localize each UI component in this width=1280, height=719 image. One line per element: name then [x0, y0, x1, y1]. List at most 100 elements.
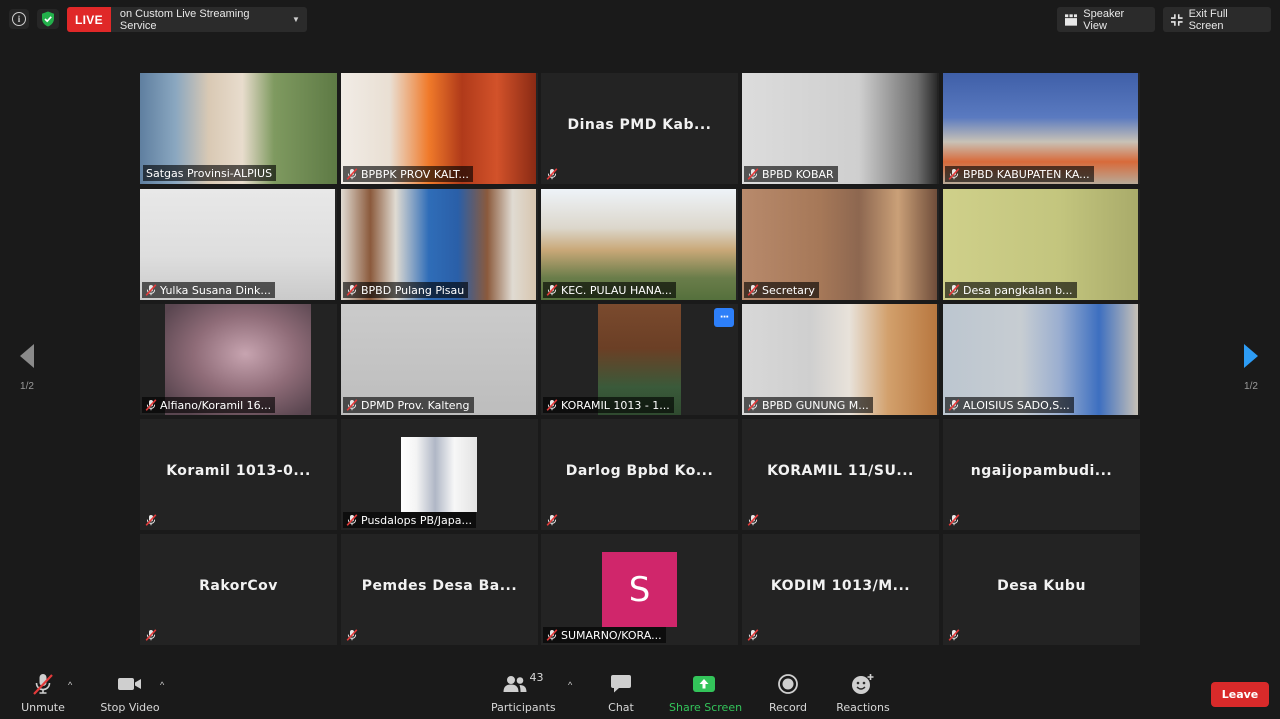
- participant-tile[interactable]: Secretary: [742, 189, 939, 300]
- participant-tile[interactable]: Pusdalops PB/Japa...: [341, 419, 538, 530]
- chevron-left-icon: [20, 344, 34, 368]
- microphone-muted-icon: [346, 399, 358, 411]
- microphone-muted-icon: [948, 168, 960, 180]
- participant-tile[interactable]: ··· KORAMIL 1013 - 1...: [541, 304, 738, 415]
- participant-display-name: ngaijopambudi...: [970, 463, 1113, 479]
- participants-button[interactable]: 43 Participants: [491, 671, 556, 714]
- participants-options-caret-icon[interactable]: ^: [568, 680, 572, 690]
- microphone-muted-icon: [747, 284, 759, 296]
- participant-tile[interactable]: ALOISIUS SADO,S...: [943, 304, 1140, 415]
- microphone-muted-icon: [346, 284, 358, 296]
- participant-tile[interactable]: Desa Kubu: [943, 534, 1140, 645]
- participant-name: BPBD KOBAR: [762, 167, 834, 181]
- participant-tile[interactable]: KODIM 1013/M...: [742, 534, 939, 645]
- participant-display-name: Dinas PMD Kab...: [567, 117, 712, 133]
- participant-name-tag: ALOISIUS SADO,S...: [945, 397, 1074, 413]
- more-options-button[interactable]: ···: [714, 308, 734, 327]
- gallery-grid: Satgas Provinsi-ALPIUS BPBPK PROV KALT...…: [140, 73, 1140, 645]
- exit-full-screen-button[interactable]: Exit Full Screen: [1163, 7, 1271, 32]
- stop-video-button[interactable]: Stop Video: [98, 672, 162, 714]
- participant-name: DPMD Prov. Kalteng: [361, 398, 470, 412]
- participant-name-tag: KEC. PULAU HANA...: [543, 282, 676, 298]
- participant-name: Desa pangkalan b...: [963, 283, 1073, 297]
- live-badge: LIVE: [67, 7, 111, 32]
- participant-tile[interactable]: Yulka Susana Dink...: [140, 189, 337, 300]
- participant-tile[interactable]: Satgas Provinsi-ALPIUS: [140, 73, 337, 184]
- encryption-button[interactable]: [37, 9, 59, 29]
- participant-tile[interactable]: RakorCov: [140, 534, 337, 645]
- microphone-muted-icon: [546, 284, 558, 296]
- participant-name-tag: Pusdalops PB/Japa...: [343, 512, 476, 528]
- participant-name-tag: [543, 512, 561, 528]
- video-options-caret-icon[interactable]: ^: [160, 680, 164, 690]
- participant-name: BPBD Pulang Pisau: [361, 283, 465, 297]
- participant-name-tag: Yulka Susana Dink...: [142, 282, 275, 298]
- audio-options-caret-icon[interactable]: ^: [68, 680, 72, 690]
- page-indicator-right: 1/2: [1244, 381, 1258, 392]
- microphone-muted-icon: [546, 399, 558, 411]
- participant-name-tag: [945, 512, 963, 528]
- participant-tile[interactable]: BPBD KABUPATEN KA...: [943, 73, 1140, 184]
- meeting-info-button[interactable]: i: [9, 9, 29, 29]
- participant-display-name: Pemdes Desa Ba...: [361, 578, 518, 594]
- participant-video: [401, 437, 477, 512]
- participant-display-name: Darlog Bpbd Ko...: [565, 463, 714, 479]
- microphone-muted-icon: [145, 399, 157, 411]
- exit-full-screen-label: Exit Full Screen: [1188, 7, 1228, 32]
- next-page-button[interactable]: 1/2: [1236, 344, 1266, 392]
- stop-video-label: Stop Video: [100, 701, 160, 714]
- participant-tile[interactable]: DPMD Prov. Kalteng: [341, 304, 538, 415]
- participant-tile[interactable]: S SUMARNO/KORA...: [541, 534, 738, 645]
- participant-display-name: Koramil 1013-0...: [166, 463, 311, 479]
- participant-name: Alfiano/Koramil 16...: [160, 398, 272, 412]
- participant-name-tag: BPBD KOBAR: [744, 166, 838, 182]
- record-icon: [778, 674, 798, 694]
- previous-page-button[interactable]: 1/2: [12, 344, 42, 392]
- record-button[interactable]: Record: [767, 672, 809, 714]
- share-screen-button[interactable]: Share Screen: [669, 672, 742, 714]
- record-label: Record: [768, 701, 807, 714]
- participant-name: KORAMIL 1013 - 1...: [561, 398, 670, 412]
- participant-tile[interactable]: BPBD KOBAR: [742, 73, 939, 184]
- participant-tile[interactable]: Darlog Bpbd Ko...: [541, 419, 738, 530]
- participant-name-tag: [744, 512, 762, 528]
- microphone-muted-icon: [747, 629, 759, 641]
- meeting-top-bar: i LIVE on Custom Live Streaming Service …: [0, 0, 1280, 38]
- participant-name: Satgas Provinsi-ALPIUS: [146, 166, 273, 180]
- info-icon: i: [12, 12, 26, 26]
- reactions-label: Reactions: [836, 701, 890, 714]
- participant-tile[interactable]: KEC. PULAU HANA...: [541, 189, 738, 300]
- participant-tile[interactable]: Desa pangkalan b...: [943, 189, 1140, 300]
- participant-name-tag: [343, 627, 361, 643]
- speaker-view-button[interactable]: Speaker View: [1057, 7, 1155, 32]
- chevron-down-icon: ▼: [292, 15, 300, 24]
- reactions-button[interactable]: Reactions: [836, 672, 890, 714]
- participant-name-tag: Satgas Provinsi-ALPIUS: [143, 165, 277, 181]
- participant-tile[interactable]: ngaijopambudi...: [943, 419, 1140, 530]
- unmute-label: Unmute: [21, 701, 65, 714]
- participant-display-name: KODIM 1013/M...: [770, 578, 911, 594]
- participant-tile[interactable]: Dinas PMD Kab...: [541, 73, 738, 184]
- microphone-muted-icon: [948, 399, 960, 411]
- participant-tile[interactable]: BPBD Pulang Pisau: [341, 189, 538, 300]
- microphone-muted-icon: [145, 629, 157, 641]
- speaker-view-label: Speaker View: [1083, 7, 1125, 32]
- live-stream-menu[interactable]: LIVE on Custom Live Streaming Service ▼: [67, 7, 307, 32]
- participant-tile[interactable]: KORAMIL 11/SU...: [742, 419, 939, 530]
- participant-name-tag: [142, 512, 160, 528]
- chat-button[interactable]: Chat: [601, 672, 641, 714]
- participant-tile[interactable]: Pemdes Desa Ba...: [341, 534, 538, 645]
- participant-tile[interactable]: Koramil 1013-0...: [140, 419, 337, 530]
- microphone-muted-icon: [33, 674, 53, 695]
- participant-tile[interactable]: BPBPK PROV KALT...: [341, 73, 538, 184]
- leave-meeting-button[interactable]: Leave: [1211, 682, 1269, 707]
- meeting-toolbar: Unmute ^ Stop Video ^ 43 Participants ^: [0, 662, 1280, 719]
- unmute-button[interactable]: Unmute: [18, 672, 68, 714]
- speaker-view-icon: [1065, 13, 1078, 26]
- emoji-plus-icon: [852, 674, 874, 694]
- microphone-muted-icon: [747, 168, 759, 180]
- participants-count: 43: [529, 671, 544, 684]
- exit-full-screen-icon: [1171, 13, 1183, 26]
- participant-tile[interactable]: Alfiano/Koramil 16...: [140, 304, 337, 415]
- participant-tile[interactable]: BPBD GUNUNG M...: [742, 304, 939, 415]
